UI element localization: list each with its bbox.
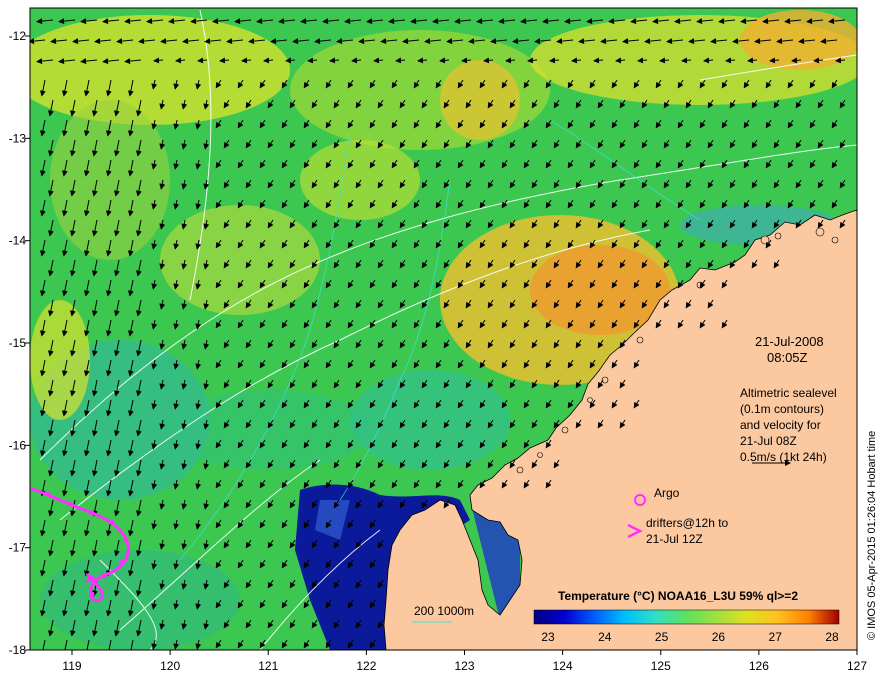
sst-current-map: 119 120 121 122 123 124 125 126 127 -12 -13 -14 -15… [9,7,878,673]
colorbar-tick-label: 26 [712,630,726,644]
colorbar-tick-label: 24 [598,630,612,644]
plot-area [30,8,857,650]
drifters-label: 21-Jul 12Z [646,532,703,546]
drifters-label: drifters@12h to [646,516,729,530]
y-tick-label: -18 [9,643,27,657]
x-axis: 119 120 121 122 123 124 125 126 127 [62,650,867,673]
argo-label: Argo [654,486,680,500]
x-tick-label: 126 [749,659,769,673]
x-tick-label: 119 [62,659,81,673]
description-line: and velocity for [740,418,821,432]
description-line: Altimetric sealevel [740,386,837,400]
colorbar-title: Temperature (°C) NOAA16_L3U 59% ql>=2 [558,589,798,603]
x-tick-label: 127 [847,659,867,673]
x-tick-label: 120 [160,659,180,673]
y-tick-label: -14 [9,234,27,248]
description-line: 0.5m/s (1kt 24h) [740,450,827,464]
y-tick-label: -12 [9,29,27,43]
colorbar-tick-label: 25 [655,630,669,644]
x-tick-label: 124 [553,659,573,673]
colorbar-tick-label: 23 [541,630,555,644]
credit-text: © IMOS 05-Apr-2015 01:26:04 Hobart time [866,431,878,640]
y-tick-label: -13 [9,131,27,145]
time-label: 08:05Z [767,350,808,365]
x-tick-label: 125 [651,659,671,673]
colorbar-tick-label: 27 [769,630,783,644]
colorbar-gradient [533,609,840,625]
y-tick-label: -17 [9,541,27,555]
description-line: (0.1m contours) [740,402,824,416]
x-tick-label: 121 [258,659,278,673]
y-tick-label: -15 [9,336,27,350]
y-tick-label: -16 [9,438,27,452]
y-axis: -12 -13 -14 -15 -16 -17 -18 [9,29,30,657]
description-line: 21-Jul 08Z [740,434,797,448]
colorbar-tick-label: 28 [825,630,839,644]
depth-legend-label: 200 1000m [414,604,474,618]
x-tick-label: 122 [356,659,376,673]
date-label: 21-Jul-2008 [755,334,824,349]
x-tick-label: 123 [454,659,474,673]
